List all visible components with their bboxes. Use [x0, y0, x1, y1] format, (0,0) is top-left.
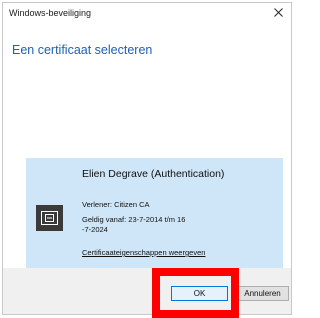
ok-button[interactable]: OK [171, 286, 228, 301]
cancel-button[interactable]: Annuleren [236, 286, 289, 301]
certificate-card-icon [36, 205, 63, 231]
certificate-dialog: Windows-beveiliging Een certificaat sele… [2, 2, 292, 315]
dialog-heading: Een certificaat selecteren [12, 43, 153, 57]
certificate-item[interactable]: Elien Degrave (Authentication) Verlener:… [26, 158, 283, 276]
close-icon [274, 8, 283, 17]
certificate-validity: Geldig vanaf: 23-7-2014 t/m 16 -7-2024 [82, 215, 186, 234]
title-bar: Windows-beveiliging [3, 3, 291, 25]
close-button[interactable] [270, 4, 288, 22]
certificate-name: Elien Degrave (Authentication) [82, 168, 225, 180]
certificate-issuer: Verlener: Citizen CA [82, 200, 150, 209]
window-title: Windows-beveiliging [9, 8, 92, 18]
certificate-properties-link[interactable]: Certificaateigenschappen weergeven [82, 248, 212, 258]
